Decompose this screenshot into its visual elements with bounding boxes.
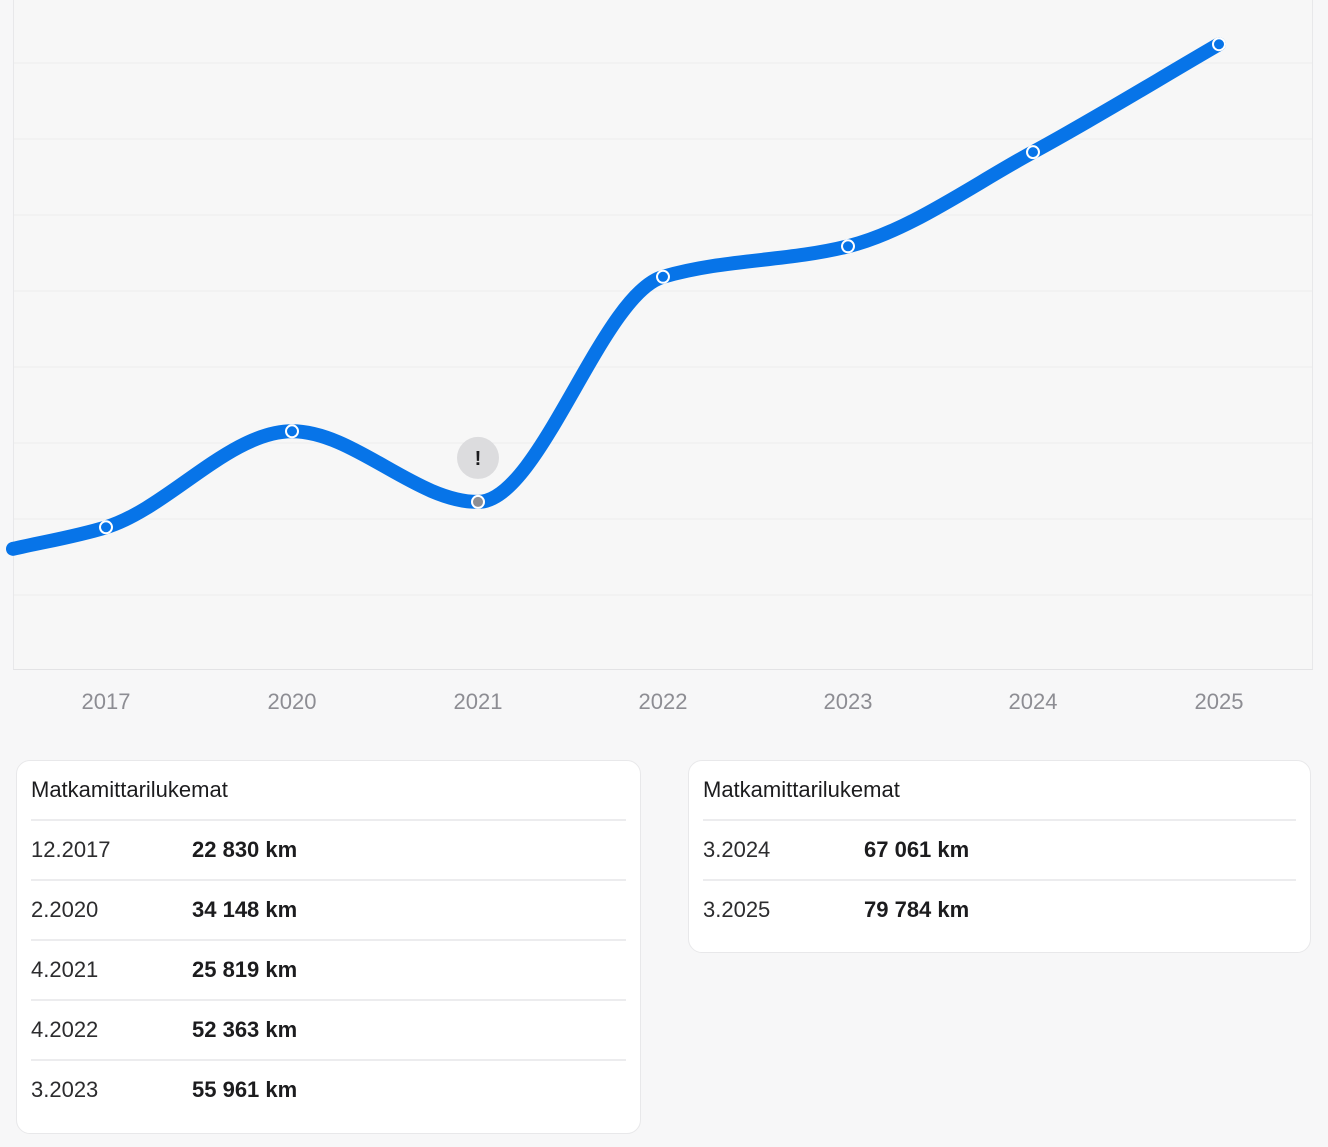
reading-km: 79 784 km (864, 897, 970, 922)
reading-row: 2.2020 34 148 km (31, 881, 626, 941)
odometer-readings-card: Matkamittarilukemat 3.2024 67 061 km 3.2… (688, 760, 1311, 953)
reading-row: 3.2025 79 784 km (703, 881, 1296, 939)
data-point[interactable] (1212, 37, 1226, 52)
reading-date: 3.2023 (31, 1077, 99, 1102)
reading-row: 3.2023 55 961 km (31, 1061, 626, 1119)
reading-date: 3.2024 (703, 837, 771, 862)
reading-date: 12.2017 (31, 837, 111, 862)
x-axis-labels: 2017 2020 2021 2022 2023 2024 2025 (0, 686, 1328, 720)
reading-km: 25 819 km (192, 957, 298, 982)
warning-icon[interactable]: ! (457, 436, 499, 479)
x-tick-label: 2024 (1008, 689, 1058, 714)
reading-km: 34 148 km (192, 897, 298, 922)
reading-row: 4.2021 25 819 km (31, 941, 626, 1001)
reading-row: 3.2024 67 061 km (703, 821, 1296, 881)
reading-row: 12.2017 22 830 km (31, 821, 626, 881)
reading-km: 67 061 km (864, 837, 970, 862)
reading-row: 4.2022 52 363 km (31, 1001, 626, 1061)
reading-km: 55 961 km (192, 1077, 298, 1102)
x-tick-label: 2025 (1194, 689, 1244, 714)
data-point[interactable] (285, 424, 299, 439)
data-point[interactable] (841, 239, 855, 254)
reading-km: 22 830 km (192, 837, 298, 862)
data-point[interactable] (1026, 145, 1040, 160)
x-tick-label: 2021 (453, 689, 503, 714)
x-tick-label: 2020 (267, 689, 317, 714)
reading-date: 2.2020 (31, 897, 99, 922)
warning-symbol: ! (475, 448, 482, 470)
odometer-readings-card: Matkamittarilukemat 12.2017 22 830 km 2.… (16, 760, 641, 1134)
odometer-line-chart: ! (6, 37, 1312, 596)
reading-date: 4.2021 (31, 957, 99, 982)
data-point-warning[interactable] (471, 494, 485, 509)
data-point[interactable] (99, 520, 113, 535)
data-point[interactable] (656, 269, 670, 284)
x-tick-label: 2023 (823, 689, 873, 714)
x-tick-label: 2022 (638, 689, 688, 714)
odometer-series-line (6, 37, 1226, 556)
card-title: Matkamittarilukemat (31, 761, 626, 821)
card-title: Matkamittarilukemat (703, 761, 1296, 821)
reading-date: 3.2025 (703, 897, 771, 922)
reading-date: 4.2022 (31, 1017, 99, 1042)
reading-km: 52 363 km (192, 1017, 298, 1042)
x-tick-label: 2017 (81, 689, 131, 714)
